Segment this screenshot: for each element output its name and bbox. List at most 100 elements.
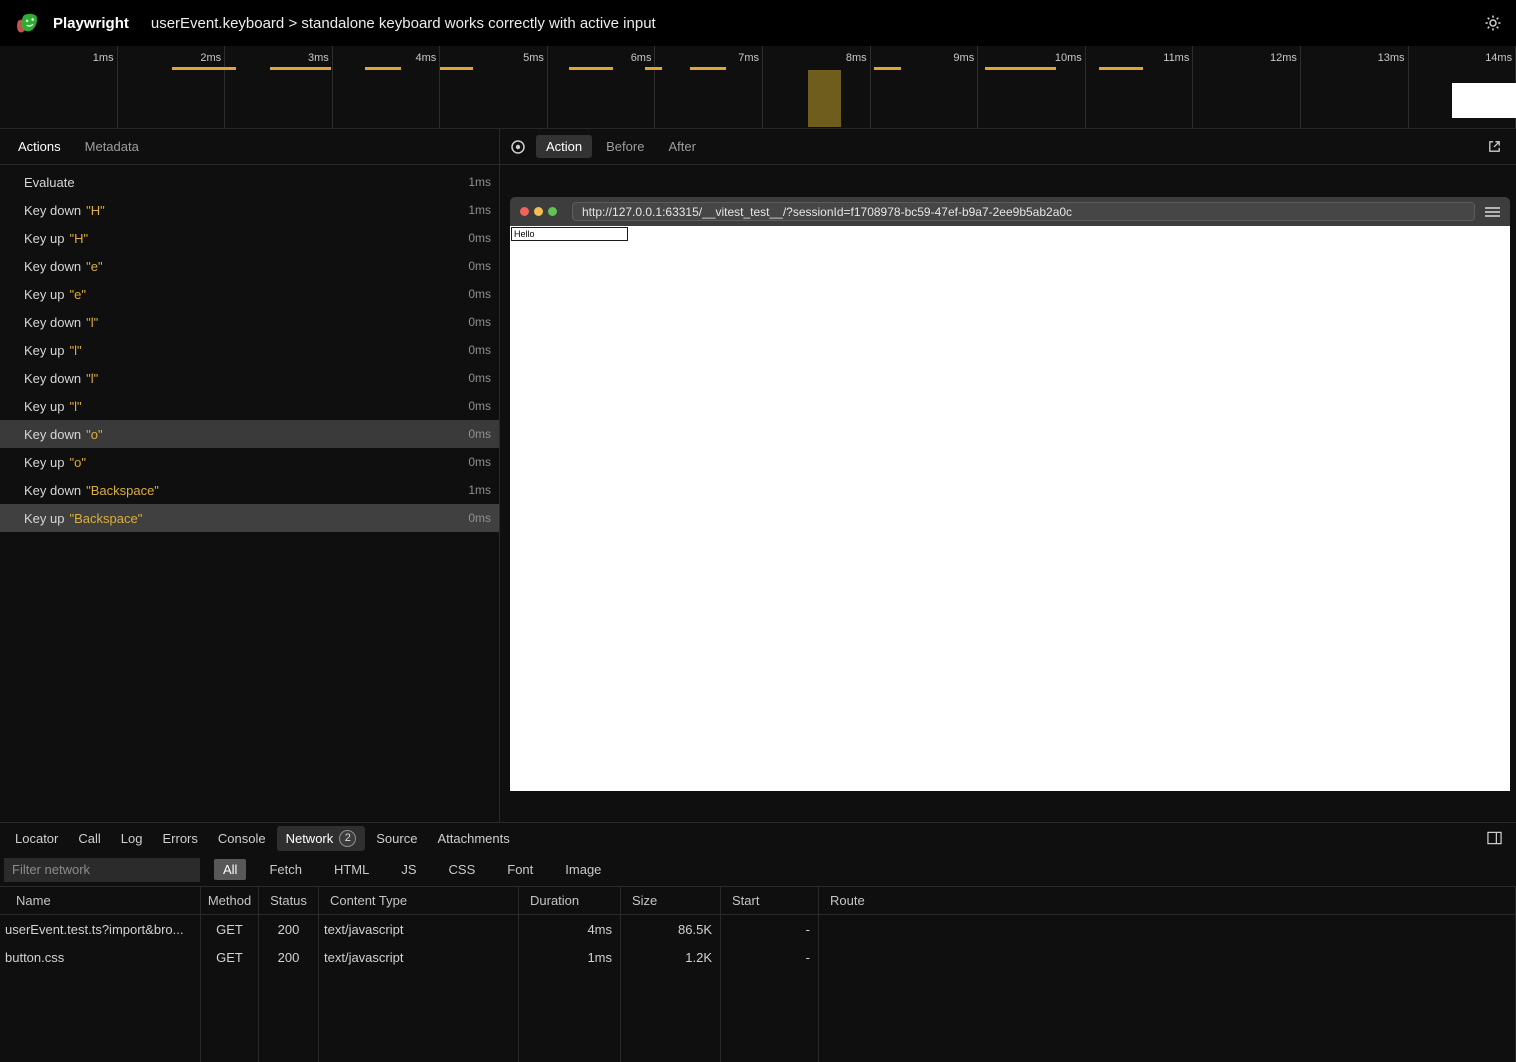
action-key: "H"	[86, 203, 105, 218]
browser-minimize-dot	[534, 207, 543, 216]
network-filter-chip[interactable]: HTML	[325, 859, 378, 880]
action-row[interactable]: Evaluate 1ms	[0, 168, 499, 196]
action-duration: 0ms	[468, 315, 491, 329]
action-row[interactable]: Key up "l" 0ms	[0, 392, 499, 420]
network-filter-chip[interactable]: Fetch	[260, 859, 311, 880]
action-row[interactable]: Key up "H" 0ms	[0, 224, 499, 252]
action-row[interactable]: Key down "l" 0ms	[0, 308, 499, 336]
table-filler-column	[259, 971, 319, 1062]
action-title: Key down	[24, 259, 81, 274]
details-tab[interactable]: Console	[209, 827, 275, 850]
page-text-input[interactable]	[511, 227, 628, 241]
action-title: Key up	[24, 399, 64, 414]
action-title: Key down	[24, 483, 81, 498]
network-filter-chip[interactable]: All	[214, 859, 246, 880]
network-cell-method[interactable]: GET	[201, 943, 259, 971]
timeline-column: 7ms	[655, 46, 763, 128]
table-filler-column	[0, 971, 201, 1062]
network-column-header[interactable]: Size	[621, 886, 721, 915]
network-cell-duration[interactable]: 1ms	[519, 943, 621, 971]
actions-panel-tab[interactable]: Actions	[8, 135, 71, 158]
snapshot-panel: Action Before After http://127.0.0.1:	[500, 129, 1516, 822]
details-tab[interactable]: Network 2	[277, 826, 366, 851]
network-cell-route[interactable]	[819, 915, 1516, 943]
network-column-header[interactable]: Method	[201, 886, 259, 915]
snapshot-tab[interactable]: Action	[536, 135, 592, 158]
timeline-filmstrip-thumbnail[interactable]	[1452, 83, 1516, 118]
snapshot-panel-tabs: Action Before After	[500, 129, 1516, 165]
timeline-tick-label: 10ms	[1055, 52, 1082, 64]
network-cell-route[interactable]	[819, 943, 1516, 971]
action-duration: 1ms	[468, 483, 491, 497]
network-cell-content-type[interactable]: text/javascript	[319, 943, 519, 971]
action-duration: 0ms	[468, 399, 491, 413]
network-column-header[interactable]: Status	[259, 886, 319, 915]
network-cell-size[interactable]: 1.2K	[621, 943, 721, 971]
main-split: Actions Metadata Evaluate 1ms Key down "…	[0, 129, 1516, 822]
action-row[interactable]: Key up "Backspace" 0ms	[0, 504, 499, 532]
network-filter-chip[interactable]: JS	[392, 859, 425, 880]
table-filler-column	[201, 971, 259, 1062]
details-tab[interactable]: Call	[69, 827, 109, 850]
panel-layout-icon[interactable]	[1487, 831, 1502, 845]
action-row[interactable]: Key down "l" 0ms	[0, 364, 499, 392]
timeline-tick-label: 14ms	[1485, 52, 1512, 64]
browser-maximize-dot	[548, 207, 557, 216]
action-row[interactable]: Key down "e" 0ms	[0, 252, 499, 280]
action-duration: 0ms	[468, 371, 491, 385]
details-tab[interactable]: Errors	[153, 827, 206, 850]
timeline-selected-range[interactable]	[808, 70, 841, 127]
details-tab[interactable]: Source	[367, 827, 426, 850]
timeline-action-marker	[1099, 67, 1143, 70]
snapshot-tab[interactable]: After	[658, 135, 705, 158]
network-filter-input[interactable]	[4, 858, 200, 882]
playwright-logo-icon	[14, 10, 41, 37]
timeline-tick-label: 5ms	[523, 52, 544, 64]
timeline[interactable]: 1ms 2ms 3ms 4ms 5ms 6ms 7ms	[0, 46, 1516, 129]
network-cell-method[interactable]: GET	[201, 915, 259, 943]
pick-locator-target-icon[interactable]	[510, 139, 526, 155]
network-column-header[interactable]: Duration	[519, 886, 621, 915]
timeline-action-marker	[172, 67, 236, 70]
timeline-action-marker	[440, 67, 473, 70]
network-cell-name[interactable]: button.css	[0, 943, 201, 971]
details-tab[interactable]: Attachments	[428, 827, 518, 850]
action-row[interactable]: Key up "o" 0ms	[0, 448, 499, 476]
action-key: "l"	[69, 343, 81, 358]
network-column-header[interactable]: Name	[0, 886, 201, 915]
action-duration: 0ms	[468, 455, 491, 469]
details-tab[interactable]: Locator	[6, 827, 67, 850]
timeline-tick-label: 3ms	[308, 52, 329, 64]
network-column-header[interactable]: Route	[819, 886, 1516, 915]
action-title: Evaluate	[24, 175, 75, 190]
action-duration: 0ms	[468, 511, 491, 525]
actions-panel-tabs: Actions Metadata	[0, 129, 499, 165]
timeline-action-marker	[645, 67, 662, 70]
open-external-icon[interactable]	[1487, 139, 1502, 154]
network-cell-size[interactable]: 86.5K	[621, 915, 721, 943]
network-cell-status[interactable]: 200	[259, 943, 319, 971]
actions-panel-tab[interactable]: Metadata	[75, 135, 149, 158]
timeline-tick-label: 8ms	[846, 52, 867, 64]
network-cell-content-type[interactable]: text/javascript	[319, 915, 519, 943]
details-tab[interactable]: Log	[112, 827, 152, 850]
settings-gear-icon[interactable]	[1484, 14, 1502, 32]
action-row[interactable]: Key up "e" 0ms	[0, 280, 499, 308]
network-cell-start[interactable]: -	[721, 943, 819, 971]
network-filter-chip[interactable]: Image	[556, 859, 610, 880]
timeline-action-marker	[985, 67, 1056, 70]
network-filter-chip[interactable]: CSS	[440, 859, 485, 880]
network-cell-status[interactable]: 200	[259, 915, 319, 943]
network-column-header[interactable]: Content Type	[319, 886, 519, 915]
network-filter-chip[interactable]: Font	[498, 859, 542, 880]
network-column-header[interactable]: Start	[721, 886, 819, 915]
network-filter-row: All Fetch HTML JS CSS Font Image	[0, 853, 1516, 886]
action-row[interactable]: Key down "Backspace" 1ms	[0, 476, 499, 504]
action-row[interactable]: Key up "l" 0ms	[0, 336, 499, 364]
network-cell-name[interactable]: userEvent.test.ts?import&bro...	[0, 915, 201, 943]
network-cell-start[interactable]: -	[721, 915, 819, 943]
action-row[interactable]: Key down "H" 1ms	[0, 196, 499, 224]
action-row[interactable]: Key down "o" 0ms	[0, 420, 499, 448]
network-cell-duration[interactable]: 4ms	[519, 915, 621, 943]
snapshot-tab[interactable]: Before	[596, 135, 654, 158]
